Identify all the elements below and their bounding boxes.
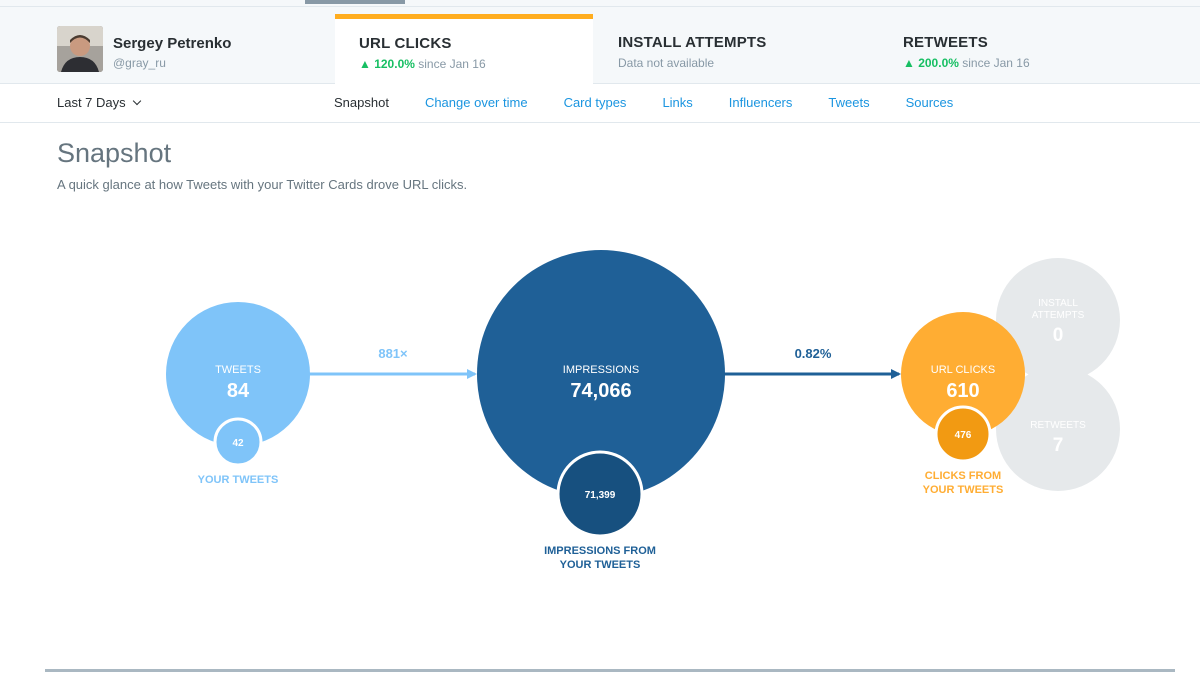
url-clicks-own-value: 476 [955, 430, 972, 441]
impressions-own-label-line2: YOUR TWEETS [560, 559, 641, 571]
install-attempts-value: 0 [1053, 325, 1064, 346]
tweets-impressions-ratio: 881× [378, 346, 408, 361]
impressions-value: 74,066 [570, 380, 631, 402]
url-clicks-bubble[interactable]: URL CLICKS 610 476 CLICKS FROM YOUR TWEE… [901, 312, 1025, 496]
bottom-divider [45, 669, 1175, 672]
tweets-label: TWEETS [215, 364, 261, 376]
url-clicks-own-label-line1: CLICKS FROM [925, 470, 1001, 482]
install-attempts-label-line2: ATTEMPTS [1032, 310, 1085, 321]
snapshot-funnel: 881× 0.82% TWEETS 84 42 YOUR TWEETS IMPR… [166, 250, 1120, 571]
retweets-value: 7 [1053, 435, 1064, 456]
impressions-bubble[interactable]: IMPRESSIONS 74,066 71,399 IMPRESSIONS FR… [477, 250, 725, 571]
impressions-own-label-line1: IMPRESSIONS FROM [544, 545, 656, 557]
url-clicks-value: 610 [946, 380, 979, 402]
impressions-own-value: 71,399 [585, 490, 616, 501]
your-tweets-value: 42 [232, 438, 244, 449]
impressions-clicks-ratio: 0.82% [795, 346, 832, 361]
retweets-label: RETWEETS [1030, 420, 1086, 431]
tweets-value: 84 [227, 380, 250, 402]
url-clicks-own-label-line2: YOUR TWEETS [923, 484, 1004, 496]
install-attempts-label-line1: INSTALL [1038, 298, 1078, 309]
impressions-label: IMPRESSIONS [563, 364, 639, 376]
your-tweets-label: YOUR TWEETS [198, 474, 279, 486]
tweets-bubble[interactable]: TWEETS 84 42 YOUR TWEETS [166, 302, 310, 486]
url-clicks-label: URL CLICKS [931, 364, 995, 376]
